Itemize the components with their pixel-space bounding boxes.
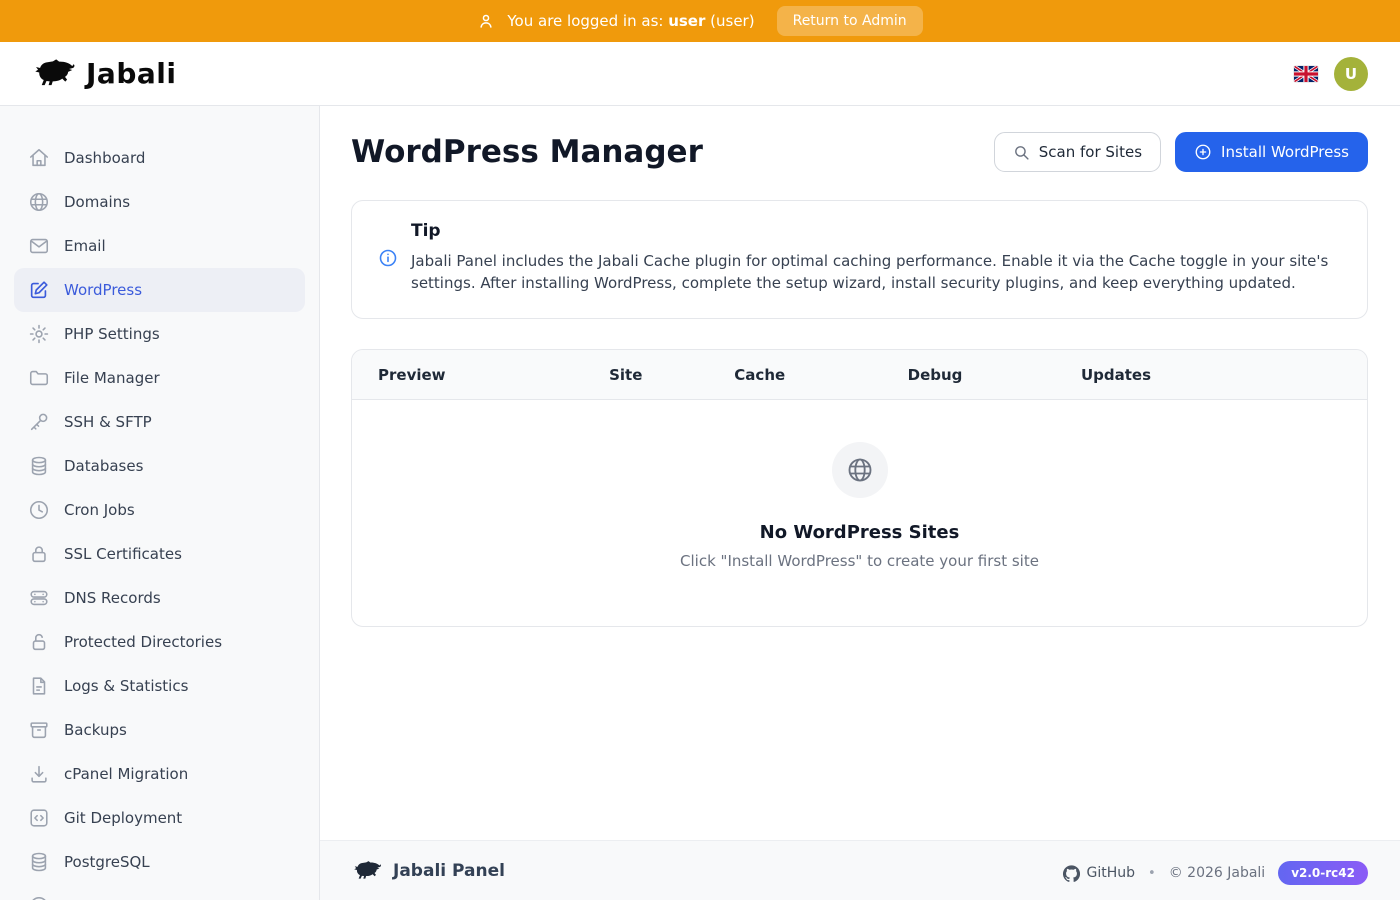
info-icon [378,248,398,294]
home-icon [28,147,50,169]
server-icon [28,587,50,609]
database-icon [28,455,50,477]
page-title: WordPress Manager [351,134,703,170]
tip-title: Tip [411,221,1341,241]
sidebar-item-ssh-sftp[interactable]: SSH & SFTP [14,400,305,444]
user-icon [477,12,495,30]
column-header-cache: Cache [734,366,907,384]
wordpress-sites-table: Preview Site Cache Debug Updates No Word… [351,349,1368,627]
github-icon [1063,865,1080,882]
sidebar-item-label: Backups [64,721,127,739]
empty-state-subtitle: Click "Install WordPress" to create your… [372,552,1347,570]
clock-icon [28,499,50,521]
database-icon [28,851,50,873]
sidebar-nav: Dashboard Domains Email WordPress PHP Se… [0,106,320,900]
brand-logo[interactable]: Jabali [32,57,176,90]
padlock-icon [28,631,50,653]
download-icon [28,763,50,785]
sidebar-item-label: Databases [64,457,143,475]
sidebar-item-label: SSH & SFTP [64,413,152,431]
search-icon [1013,144,1030,161]
gear-icon [28,323,50,345]
user-avatar[interactable]: U [1334,57,1368,91]
empty-state: No WordPress Sites Click "Install WordPr… [352,400,1367,626]
plus-circle-icon [1194,143,1212,161]
boar-logo-icon [352,861,382,881]
brand-name: Jabali [86,57,176,90]
sidebar-item-label: Dashboard [64,149,145,167]
boar-logo-icon [32,59,76,89]
edit-icon [28,279,50,301]
copyright-text: © 2026 Jabali [1169,865,1265,881]
folder-icon [28,367,50,389]
sidebar-item-label: SSL Certificates [64,545,182,563]
sidebar-item-label: File Manager [64,369,160,387]
sidebar-item-databases[interactable]: Databases [14,444,305,488]
sidebar-item-dns-records[interactable]: DNS Records [14,576,305,620]
sidebar-item-cpanel-migration[interactable]: cPanel Migration [14,752,305,796]
sidebar-item-email[interactable]: Email [14,224,305,268]
footer-brand-name: Jabali Panel [393,861,505,881]
sidebar-item-php-settings[interactable]: PHP Settings [14,312,305,356]
sidebar-item-ssl-certificates[interactable]: SSL Certificates [14,532,305,576]
circle-icon [28,895,50,900]
sidebar-item-wordpress[interactable]: WordPress [14,268,305,312]
sidebar-item-file-manager[interactable]: File Manager [14,356,305,400]
sidebar-item-backups[interactable]: Backups [14,708,305,752]
sidebar-item-label: PHP Settings [64,325,160,343]
sidebar-item-cron-jobs[interactable]: Cron Jobs [14,488,305,532]
logged-in-message: You are logged in as: user (user) [507,12,754,30]
sidebar-item-label: PostgreSQL [64,853,150,871]
tip-card: Tip Jabali Panel includes the Jabali Cac… [351,200,1368,319]
sidebar-item-label: Email [64,237,106,255]
column-header-preview: Preview [378,366,609,384]
sidebar-item-git-deployment[interactable]: Git Deployment [14,796,305,840]
globe-icon [832,442,888,498]
sidebar-item-protected-directories[interactable]: Protected Directories [14,620,305,664]
app-header: Jabali U [0,42,1400,106]
separator-dot: • [1148,866,1156,881]
document-icon [28,675,50,697]
sidebar-item-domains[interactable]: Domains [14,180,305,224]
sidebar-item-label: Domains [64,193,130,211]
sidebar-item-label: WordPress [64,281,142,299]
sidebar-item-logs-statistics[interactable]: Logs & Statistics [14,664,305,708]
sidebar-item-clipped[interactable] [14,884,305,900]
sidebar-item-label: Logs & Statistics [64,677,188,695]
sidebar-item-label: DNS Records [64,589,161,607]
archive-icon [28,719,50,741]
sidebar-item-label: Git Deployment [64,809,182,827]
version-badge: v2.0-rc42 [1278,861,1368,885]
sidebar-item-label: cPanel Migration [64,765,188,783]
language-flag-icon[interactable] [1294,66,1318,82]
github-link[interactable]: GitHub [1063,865,1136,882]
sidebar-item-postgresql[interactable]: PostgreSQL [14,840,305,884]
column-header-debug: Debug [908,366,1081,384]
lock-icon [28,543,50,565]
globe-icon [28,191,50,213]
impersonation-bar: You are logged in as: user (user) Return… [0,0,1400,42]
sidebar-item-label: Protected Directories [64,633,222,651]
install-wordpress-button[interactable]: Install WordPress [1175,132,1368,172]
table-header-row: Preview Site Cache Debug Updates [352,350,1367,400]
return-to-admin-button[interactable]: Return to Admin [777,6,923,36]
column-header-updates: Updates [1081,366,1341,384]
scan-for-sites-button[interactable]: Scan for Sites [994,132,1161,172]
code-icon [28,807,50,829]
mail-icon [28,235,50,257]
footer: Jabali Panel GitHub • © 2026 Jabali v2.0… [320,840,1400,900]
main-content: WordPress Manager Scan for Sites Install… [320,106,1400,840]
sidebar-item-dashboard[interactable]: Dashboard [14,136,305,180]
column-header-site: Site [609,366,734,384]
empty-state-title: No WordPress Sites [372,522,1347,543]
tip-body: Jabali Panel includes the Jabali Cache p… [411,251,1341,294]
key-icon [28,411,50,433]
sidebar-item-label: Cron Jobs [64,501,135,519]
